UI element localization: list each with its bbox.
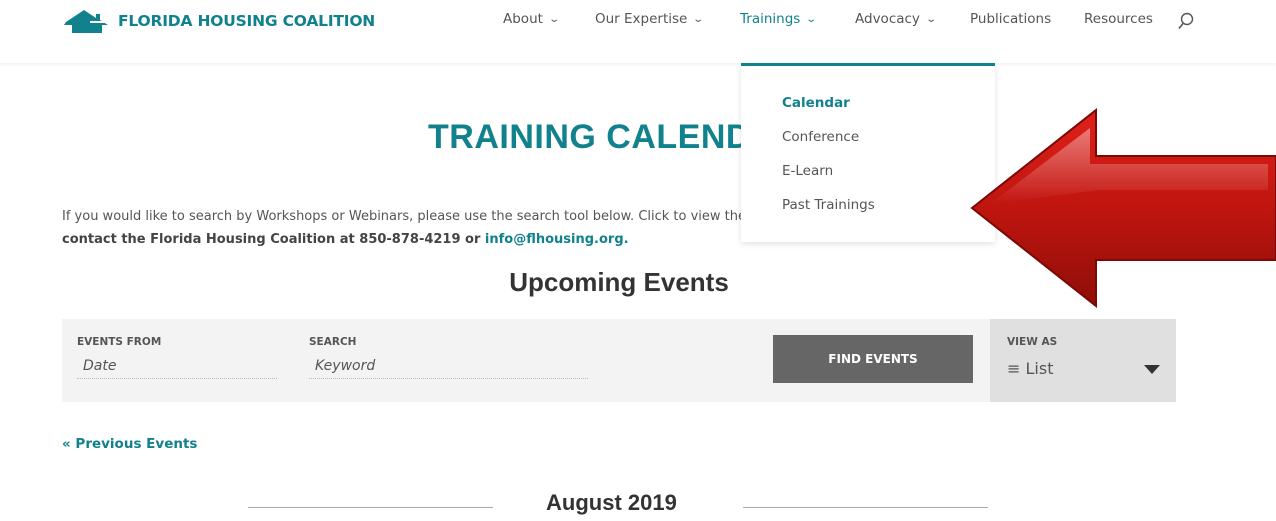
chevron-down-icon: ⌄: [925, 14, 938, 25]
trainings-dropdown-menu: Calendar Conference E-Learn Past Trainin…: [741, 63, 995, 242]
month-heading: August 2019: [546, 490, 677, 515]
divider-right: [743, 507, 988, 508]
view-as-label: VIEW AS: [1007, 336, 1058, 348]
search-icon[interactable]: [1178, 12, 1194, 30]
dropdown-item-calendar[interactable]: Calendar: [782, 95, 850, 111]
previous-events-link[interactable]: « Previous Events: [62, 436, 197, 452]
dropdown-item-e-learn[interactable]: E-Learn: [782, 163, 833, 179]
nav-about[interactable]: About ⌄: [503, 11, 560, 27]
chevron-down-icon: ⌄: [548, 14, 560, 25]
nav-resources-label: Resources: [1084, 11, 1153, 27]
site-header: FLORIDA HOUSING COALITION About ⌄ Our Exp…: [0, 0, 1276, 63]
search-label: SEARCH: [309, 336, 357, 348]
divider-left: [248, 507, 493, 508]
find-events-button[interactable]: FIND EVENTS: [773, 335, 973, 383]
intro-text: If you would like to search by Workshops…: [62, 209, 827, 224]
house-logo-icon: [64, 10, 108, 33]
chevron-down-icon: ⌄: [805, 14, 818, 25]
annotation-arrow-icon: [970, 108, 1276, 308]
dropdown-item-conference[interactable]: Conference: [782, 129, 859, 145]
keyword-input[interactable]: Keyword: [309, 358, 588, 379]
month-separator: August 2019: [0, 490, 1276, 520]
nav-publications[interactable]: Publications: [970, 11, 1051, 27]
nav-our-expertise[interactable]: Our Expertise ⌄: [595, 11, 705, 27]
nav-resources[interactable]: Resources: [1084, 11, 1153, 27]
nav-publications-label: Publications: [970, 11, 1052, 27]
nav-advocacy-label: Advocacy: [855, 11, 920, 27]
view-as-select[interactable]: VIEW AS ≡ List: [990, 319, 1176, 402]
caret-down-icon: [1144, 365, 1160, 374]
nav-advocacy[interactable]: Advocacy ⌄: [855, 11, 938, 27]
nav-our-expertise-label: Our Expertise: [595, 11, 688, 27]
nav-trainings[interactable]: Trainings ⌄: [740, 11, 818, 27]
events-search-bar: EVENTS FROM Date SEARCH Keyword FIND EVE…: [62, 319, 1176, 402]
date-input[interactable]: Date: [77, 358, 277, 379]
brand-name: FLORIDA HOUSING COALITION: [118, 12, 376, 30]
nav-about-label: About: [503, 11, 543, 27]
events-from-label: EVENTS FROM: [77, 336, 162, 348]
chevron-down-icon: ⌄: [692, 14, 705, 25]
logo[interactable]: FLORIDA HOUSING COALITION: [62, 8, 375, 34]
contact-email-link[interactable]: info@flhousing.org.: [485, 232, 629, 247]
nav-trainings-label: Trainings: [740, 11, 801, 27]
dropdown-item-past-trainings[interactable]: Past Trainings: [782, 197, 875, 213]
view-as-value: ≡ List: [1007, 359, 1054, 378]
